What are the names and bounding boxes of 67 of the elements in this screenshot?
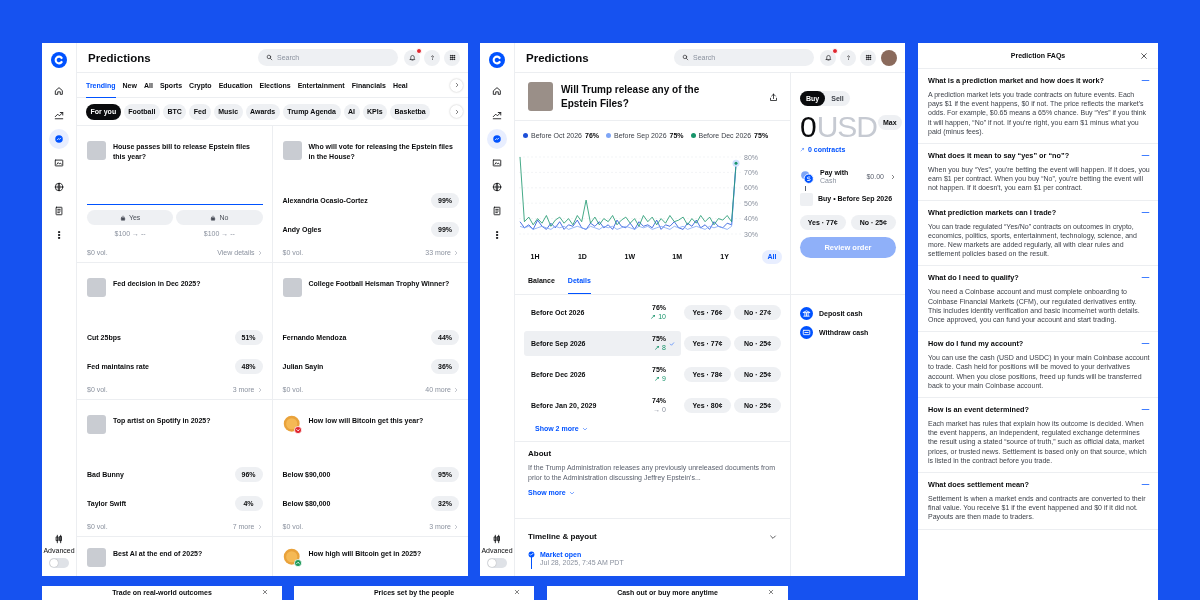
notifications-button[interactable] [404,49,420,66]
search-icon [266,54,273,61]
lock-icon [119,214,126,221]
bank-icon [800,307,813,320]
logo-icon [489,52,505,68]
search-icon [682,54,689,61]
chevron-right-icon [256,249,263,256]
image-card-icon [492,158,502,168]
chevron-right-icon [256,386,263,393]
chevron-down-icon [568,489,575,496]
chevron-right-icon [890,173,896,180]
card-icon [800,326,813,339]
globe-icon [492,182,502,192]
close-icon [1140,52,1148,60]
bell-icon [824,54,832,61]
lock-icon [210,214,217,221]
predictions-icon [54,134,64,144]
chevron-right-icon [453,249,459,256]
bell-icon [408,54,416,61]
close-button[interactable] [262,589,268,595]
chevron-down-icon [769,533,777,541]
avatar[interactable] [881,49,897,66]
share-icon [769,92,778,102]
notifications-button[interactable] [820,49,836,66]
predictions-icon [492,134,502,144]
trend-chart-icon [492,110,502,120]
advanced-toggle[interactable] [49,558,69,568]
document-icon [492,206,502,216]
close-icon [262,589,268,595]
photo-placeholder [528,82,553,111]
swap-icon [800,147,805,152]
currency-label: USD [816,111,878,143]
chevron-right-icon [453,523,459,530]
chevron-right-icon [453,386,459,393]
chevron-right-icon [453,82,460,88]
grid-icon [448,54,456,61]
page-title: Predictions [526,51,590,64]
page-title: Predictions [88,51,152,64]
home-icon [492,86,502,96]
document-icon [54,206,64,216]
apps-button[interactable] [860,49,876,66]
candlestick-icon [492,534,502,544]
close-button[interactable] [514,589,520,595]
apps-button[interactable] [444,49,460,66]
predictions-button[interactable] [49,129,69,149]
chevron-right-icon [256,523,263,530]
close-button[interactable] [768,589,774,595]
logo-icon [51,52,67,68]
close-button[interactable] [1140,52,1148,60]
cash-icon [800,169,814,184]
close-icon [514,589,520,595]
section-heading: Timeline & payout [528,531,597,541]
chevron-down-icon [581,425,588,432]
section-heading: About [528,449,553,458]
amount-value[interactable]: 0 [800,111,817,143]
check-icon [669,340,675,347]
market-title: Will Trump release any of the Epstein Files? [561,82,701,111]
advanced-toggle[interactable] [487,558,507,568]
predictions-button[interactable] [487,129,507,149]
close-icon [768,589,774,595]
globe-icon [54,182,64,192]
home-icon [54,86,64,96]
image-card-icon [54,158,64,168]
candlestick-icon [54,534,64,544]
chevron-right-icon [453,108,460,115]
grid-icon [864,54,872,61]
trend-chart-icon [54,110,64,120]
